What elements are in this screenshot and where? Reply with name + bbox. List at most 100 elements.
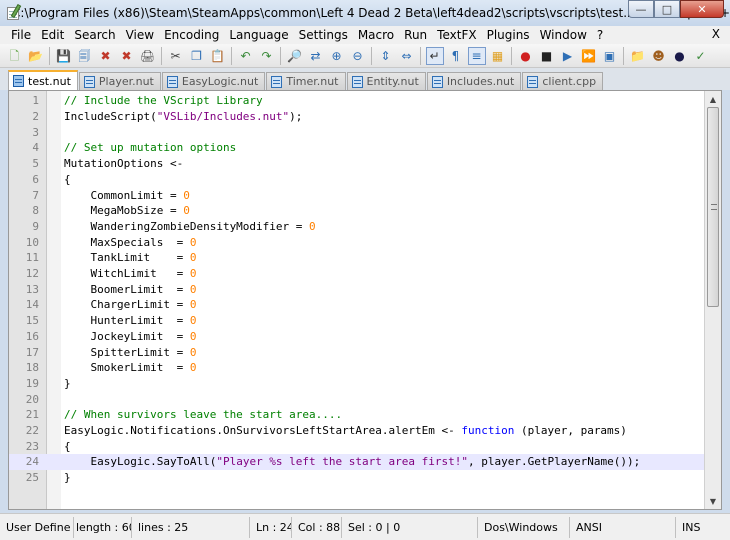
tab-easylogic-nut[interactable]: EasyLogic.nut [161, 72, 266, 90]
code-line[interactable]: 3 [9, 124, 705, 140]
tab-player-nut[interactable]: Player.nut [78, 72, 161, 90]
folder-button[interactable]: 📁 [629, 47, 647, 65]
code-line[interactable]: 11 TankLimit = 0 [9, 250, 705, 266]
bomb-button[interactable]: ● [671, 47, 689, 65]
zoom-out-button[interactable]: ⊖ [349, 47, 367, 65]
tab-entity-nut[interactable]: Entity.nut [346, 72, 426, 90]
code-line[interactable]: 9 WanderingZombieDensityModifier = 0 [9, 219, 705, 235]
close-all-button[interactable]: ✖ [118, 47, 136, 65]
menu-view[interactable]: View [121, 28, 159, 42]
user-define-dialog-button[interactable]: ▦ [489, 47, 507, 65]
copy-button[interactable]: ❐ [188, 47, 206, 65]
file-saved-icon [83, 75, 95, 88]
zoom-in-button[interactable]: ⊕ [328, 47, 346, 65]
code-line[interactable]: 10 MaxSpecials = 0 [9, 234, 705, 250]
save-macro-button[interactable]: ▣ [601, 47, 619, 65]
code-line[interactable]: 7 CommonLimit = 0 [9, 187, 705, 203]
tab-timer-nut[interactable]: Timer.nut [266, 72, 346, 90]
minimize-button[interactable]: — [628, 0, 654, 18]
code-line[interactable]: 14 ChargerLimit = 0 [9, 297, 705, 313]
code-line[interactable]: 2 IncludeScript("VSLib/Includes.nut"); [9, 109, 705, 125]
menu-window[interactable]: Window [535, 28, 592, 42]
status-insert-mode[interactable]: INS [676, 517, 730, 538]
scrollbar-thumb[interactable] [707, 107, 719, 307]
save-button[interactable]: 💾 [55, 47, 73, 65]
open-file-button[interactable]: 📂 [27, 47, 45, 65]
code-line[interactable]: 8 MegaMobSize = 0 [9, 203, 705, 219]
playback-macro-button[interactable]: ▶ [559, 47, 577, 65]
code-line[interactable]: 25} [9, 470, 705, 486]
run-macro-multiple-button[interactable]: ⏩ [580, 47, 598, 65]
menu-encoding[interactable]: Encoding [159, 28, 224, 42]
print-button[interactable]: 🖨 [139, 47, 157, 65]
code-line[interactable]: 5 MutationOptions <- [9, 156, 705, 172]
code-line[interactable]: 19} [9, 376, 705, 392]
scroll-up-button[interactable]: ▲ [705, 91, 721, 107]
menu-search[interactable]: Search [69, 28, 120, 42]
code-line[interactable]: 13 BoomerLimit = 0 [9, 281, 705, 297]
code-line[interactable]: 16 JockeyLimit = 0 [9, 329, 705, 345]
code-editor[interactable]: 1 // Include the VScript Library 2 IncludeS… [8, 90, 722, 510]
find-button[interactable]: 🔎 [286, 47, 304, 65]
word-wrap-icon: ↵ [429, 48, 440, 63]
toolbar-separator [511, 46, 512, 65]
save-all-button[interactable]: 🗐 [76, 47, 94, 65]
folder-icon: 📁 [630, 48, 645, 63]
toolbar-separator [371, 46, 372, 65]
menu-textfx[interactable]: TextFX [432, 28, 481, 42]
tab-includes-nut[interactable]: Includes.nut [426, 72, 522, 90]
code-token: EasyLogic.SayToAll( [64, 455, 217, 469]
stop-record-button[interactable]: ■ [538, 47, 556, 65]
tab-test-nut[interactable]: test.nut [8, 70, 78, 90]
spell-check-button[interactable]: ✓ [692, 47, 710, 65]
menu-language[interactable]: Language [224, 28, 293, 42]
cut-button[interactable]: ✂ [167, 47, 185, 65]
code-line[interactable]: 24 EasyLogic.SayToAll("Player %s left th… [9, 454, 705, 470]
menu-edit[interactable]: Edit [36, 28, 69, 42]
sync-horizontal-button[interactable]: ⇔ [398, 47, 416, 65]
code-line[interactable]: 4 // Set up mutation options [9, 140, 705, 156]
document-tab-bar: test.nut Player.nut EasyLogic.nut Timer.nut… [0, 68, 730, 90]
tab-client-cpp[interactable]: client.cpp [522, 72, 604, 90]
code-line[interactable]: 22 EasyLogic.Notifications.OnSurvivorsLef… [9, 423, 705, 439]
code-line[interactable]: 6{ [9, 172, 705, 188]
close-window-button[interactable]: ✕ [680, 0, 724, 18]
close-file-button[interactable]: ✖ [97, 47, 115, 65]
code-line[interactable]: 17 SpitterLimit = 0 [9, 344, 705, 360]
paste-button[interactable]: 📋 [209, 47, 227, 65]
code-line[interactable]: 20 [9, 391, 705, 407]
new-file-button[interactable]: 🗋 [6, 47, 24, 65]
code-line[interactable]: 12 WitchLimit = 0 [9, 266, 705, 282]
code-number-token: 0 [189, 314, 197, 328]
sync-vertical-button[interactable]: ⇕ [377, 47, 395, 65]
toolbar-separator [231, 46, 232, 65]
menu-help[interactable]: ? [592, 28, 608, 42]
scroll-down-button[interactable]: ▼ [705, 493, 721, 509]
menu-plugins[interactable]: Plugins [482, 28, 535, 42]
menu-run[interactable]: Run [399, 28, 432, 42]
code-number-token: 0 [189, 345, 197, 359]
maximize-button[interactable]: □ [654, 0, 680, 18]
word-wrap-button[interactable]: ↵ [425, 46, 444, 65]
code-line[interactable]: 15 HunterLimit = 0 [9, 313, 705, 329]
vertical-scrollbar[interactable]: ▲ ▼ [704, 91, 721, 509]
menu-macro[interactable]: Macro [353, 28, 399, 42]
record-macro-button[interactable]: ● [517, 47, 535, 65]
code-line[interactable]: 23 { [9, 438, 705, 454]
code-line[interactable]: 21 // When survivors leave the start area… [9, 407, 705, 423]
undo-button[interactable]: ↶ [237, 47, 255, 65]
redo-button[interactable]: ↷ [258, 47, 276, 65]
code-line[interactable]: 18 SmokerLimit = 0 [9, 360, 705, 376]
copy-icon: ❐ [191, 48, 202, 63]
user-button[interactable]: ☻ [650, 47, 668, 65]
line-number: 21 [25, 408, 39, 422]
replace-button[interactable]: ⇄ [307, 47, 325, 65]
indent-guide-button[interactable]: ≡ [467, 46, 486, 65]
line-number: 11 [25, 251, 39, 265]
code-number-token: 0 [309, 219, 316, 233]
code-line[interactable]: 1 // Include the VScript Library [9, 93, 705, 109]
menu-file[interactable]: File [6, 28, 36, 42]
show-all-chars-button[interactable]: ¶ [447, 47, 465, 65]
close-document-button[interactable]: X [712, 27, 720, 41]
menu-settings[interactable]: Settings [294, 28, 353, 42]
